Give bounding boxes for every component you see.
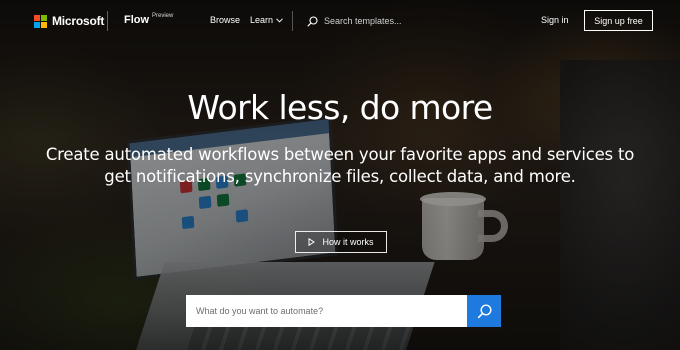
flow-product-name[interactable]: Flow xyxy=(124,14,149,26)
search-icon xyxy=(477,303,492,318)
microsoft-wordmark: Microsoft xyxy=(52,14,105,28)
hero-subtitle-line: Create automated workflows between your … xyxy=(45,145,635,164)
preview-badge: Preview xyxy=(152,13,174,19)
hero-subtitle: Create automated workflows between your … xyxy=(30,144,650,188)
header-divider xyxy=(292,11,293,31)
automate-search-box xyxy=(186,295,501,327)
automate-search-button[interactable] xyxy=(467,295,501,327)
search-templates-input[interactable] xyxy=(324,16,494,26)
microsoft-logo-icon xyxy=(34,14,47,28)
microsoft-logo[interactable]: Microsoft xyxy=(34,14,104,28)
hero-subtitle-line: get notifications, synchronize files, co… xyxy=(104,167,576,186)
how-it-works-button[interactable]: How it works xyxy=(295,231,387,253)
top-header: Microsoft Flow Preview Browse Learn Sign… xyxy=(0,0,680,42)
hero-title: Work less, do more xyxy=(187,88,493,127)
chevron-down-icon xyxy=(276,17,283,23)
nav-browse-link[interactable]: Browse xyxy=(210,15,240,25)
header-divider xyxy=(107,11,108,31)
play-icon xyxy=(308,238,316,246)
nav-learn-label: Learn xyxy=(250,15,274,25)
template-search-bar[interactable] xyxy=(307,12,507,30)
sign-up-free-button[interactable]: Sign up free xyxy=(584,10,653,31)
search-icon xyxy=(307,15,318,27)
how-it-works-label: How it works xyxy=(322,237,374,247)
automate-search-input[interactable] xyxy=(186,295,467,327)
sign-in-link[interactable]: Sign in xyxy=(541,15,569,25)
nav-learn-menu[interactable]: Learn xyxy=(250,15,283,25)
